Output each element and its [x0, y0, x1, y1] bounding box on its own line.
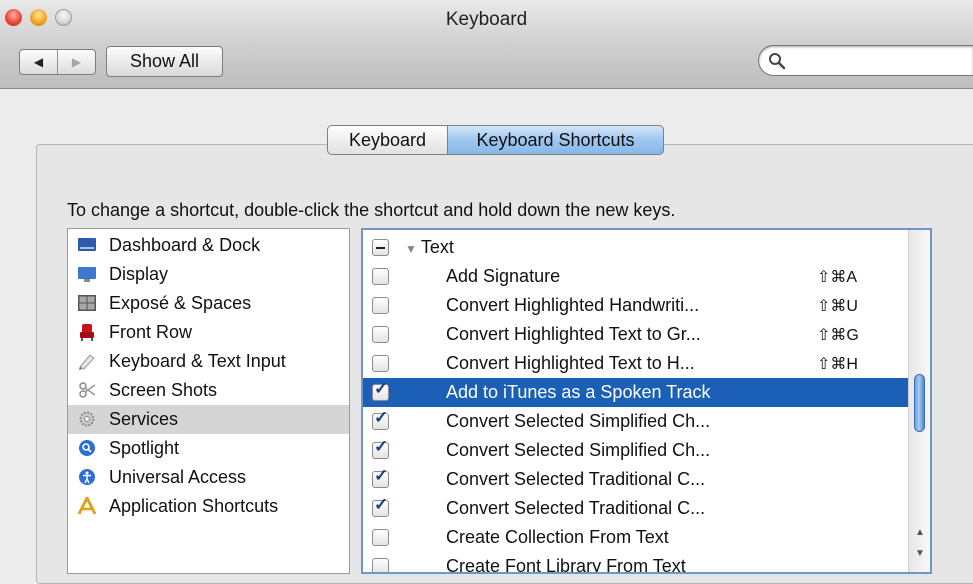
show-all-button[interactable]: Show All	[106, 46, 223, 77]
shortcut-keys[interactable]: ⇧⌘U	[817, 296, 858, 316]
shortcut-keys[interactable]: ⇧⌘H	[817, 354, 858, 374]
dashboard-dock-icon	[78, 238, 96, 251]
tab-bar: Keyboard Keyboard Shortcuts	[327, 125, 664, 155]
sidebar-item-label: Spotlight	[109, 438, 180, 458]
sidebar-item-front-row[interactable]: Front Row	[68, 318, 349, 347]
row-checkbox[interactable]	[372, 297, 389, 314]
sidebar-item-expose-spaces[interactable]: Exposé & Spaces	[68, 289, 349, 318]
shortcut-name: Create Font Library From Text	[446, 556, 686, 574]
row-checkbox-checked[interactable]: ✓	[372, 380, 389, 401]
table-row[interactable]: ✓ Convert Selected Simplified Ch...	[363, 407, 908, 436]
scroll-down-arrow-icon[interactable]: ▼	[915, 548, 925, 559]
shortcut-name: Convert Highlighted Text to Gr...	[446, 324, 701, 344]
scrollbar-thumb[interactable]	[914, 374, 925, 432]
row-checkbox-checked[interactable]: ✓	[372, 438, 389, 459]
back-button[interactable]: ◀	[20, 50, 58, 74]
shortcut-keys[interactable]: ⇧⌘G	[817, 325, 859, 345]
row-checkbox[interactable]	[372, 326, 389, 343]
group-row-text[interactable]: ▼ Text	[363, 233, 908, 262]
sidebar-item-spotlight[interactable]: Spotlight	[68, 434, 349, 463]
shortcut-name: Convert Selected Simplified Ch...	[446, 440, 711, 460]
shortcuts-table: ▼ Text Add Signature ⇧⌘A Convert Highligh…	[361, 228, 932, 574]
sidebar-item-label: Universal Access	[109, 467, 247, 487]
search-field[interactable]	[758, 45, 973, 76]
spotlight-icon	[79, 440, 95, 456]
search-icon	[769, 53, 786, 70]
checkmark-icon: ✓	[374, 495, 389, 514]
row-checkbox[interactable]	[372, 529, 389, 546]
table-row[interactable]: ✓ Convert Selected Traditional C...	[363, 494, 908, 523]
front-row-icon	[80, 324, 94, 341]
keyboard-text-input-icon	[79, 354, 95, 370]
sidebar-item-label: Screen Shots	[109, 380, 218, 400]
checkmark-icon: ✓	[374, 466, 389, 485]
sidebar-item-label: Services	[109, 409, 179, 429]
application-shortcuts-icon	[77, 497, 97, 515]
display-icon	[78, 267, 96, 282]
universal-access-icon	[79, 469, 95, 485]
window-title: Keyboard	[445, 9, 528, 30]
sidebar-item-label: Keyboard & Text Input	[109, 351, 286, 371]
row-checkbox-checked[interactable]: ✓	[372, 409, 389, 430]
vertical-scrollbar[interactable]: ▲ ▼	[908, 230, 930, 572]
shortcut-name: Add to iTunes as a Spoken Track	[446, 382, 711, 402]
checkmark-icon: ✓	[374, 437, 389, 456]
row-checkbox[interactable]	[372, 355, 389, 372]
checkmark-icon: ✓	[374, 408, 389, 427]
shortcut-name: Convert Highlighted Handwriti...	[446, 295, 700, 315]
table-row[interactable]: Convert Highlighted Handwriti... ⇧⌘U	[363, 291, 908, 320]
group-label: ▼ Text	[405, 237, 454, 257]
table-row[interactable]: Add Signature ⇧⌘A	[363, 262, 908, 291]
back-arrow-icon: ◀	[33, 55, 44, 69]
sidebar-item-services[interactable]: Services	[68, 405, 349, 434]
sidebar-item-application-shortcuts[interactable]: Application Shortcuts	[68, 492, 349, 521]
table-row[interactable]: Convert Highlighted Text to H... ⇧⌘H	[363, 349, 908, 378]
row-checkbox[interactable]	[372, 268, 389, 285]
instructions-text: To change a shortcut, double-click the s…	[67, 200, 676, 220]
window-toolbar: Keyboard ◀ ▶ Show All	[0, 0, 973, 89]
expose-spaces-icon	[78, 295, 96, 311]
screen-shots-icon	[79, 382, 96, 398]
table-row[interactable]: ✓ Convert Selected Simplified Ch...	[363, 436, 908, 465]
row-checkbox-checked[interactable]: ✓	[372, 467, 389, 488]
group-checkbox-mixed[interactable]	[372, 239, 389, 256]
shortcut-name: Convert Highlighted Text to H...	[446, 353, 695, 373]
shortcut-name: Convert Selected Traditional C...	[446, 469, 706, 489]
sidebar-item-screen-shots[interactable]: Screen Shots	[68, 376, 349, 405]
table-row[interactable]: Create Font Library From Text	[363, 552, 908, 574]
tab-keyboard-shortcuts[interactable]: Keyboard Shortcuts	[448, 125, 664, 155]
forward-button[interactable]: ▶	[58, 50, 95, 74]
disclosure-triangle-icon[interactable]: ▼	[405, 242, 417, 256]
back-forward-control: ◀ ▶	[19, 49, 96, 75]
shortcut-keys[interactable]: ⇧⌘A	[817, 267, 857, 287]
shortcut-category-list: Dashboard & Dock Display Exposé & Spaces…	[67, 228, 350, 574]
shortcut-name: Add Signature	[446, 266, 561, 286]
services-gear-icon	[79, 411, 95, 427]
sidebar-item-display[interactable]: Display	[68, 260, 349, 289]
row-checkbox[interactable]	[372, 558, 389, 572]
sidebar-item-label: Display	[109, 264, 169, 284]
sidebar-item-label: Dashboard & Dock	[109, 235, 261, 255]
sidebar-item-label: Front Row	[109, 322, 193, 342]
table-row[interactable]: Create Collection From Text	[363, 523, 908, 552]
table-row[interactable]: Convert Highlighted Text to Gr... ⇧⌘G	[363, 320, 908, 349]
checkmark-icon: ✓	[374, 379, 389, 398]
sidebar-item-label: Application Shortcuts	[109, 496, 279, 516]
sidebar-item-keyboard-text-input[interactable]: Keyboard & Text Input	[68, 347, 349, 376]
tab-keyboard[interactable]: Keyboard	[327, 125, 448, 155]
sidebar-item-universal-access[interactable]: Universal Access	[68, 463, 349, 492]
shortcut-name: Convert Selected Traditional C...	[446, 498, 706, 518]
shortcut-name: Create Collection From Text	[446, 527, 669, 547]
scroll-up-arrow-icon[interactable]: ▲	[915, 527, 925, 538]
shortcut-name: Convert Selected Simplified Ch...	[446, 411, 711, 431]
sidebar-item-dashboard-dock[interactable]: Dashboard & Dock	[68, 231, 349, 260]
forward-arrow-icon: ▶	[71, 55, 82, 69]
row-checkbox-checked[interactable]: ✓	[372, 496, 389, 517]
table-row-selected[interactable]: ✓ Add to iTunes as a Spoken Track	[363, 378, 908, 407]
table-row[interactable]: ✓ Convert Selected Traditional C...	[363, 465, 908, 494]
sidebar-item-label: Exposé & Spaces	[109, 293, 252, 313]
